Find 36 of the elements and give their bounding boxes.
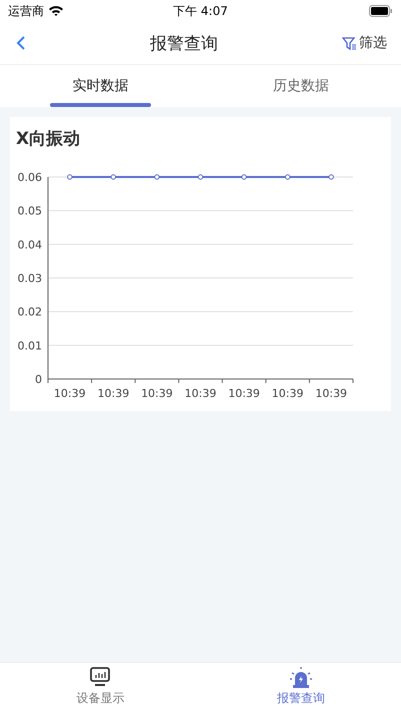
monitor-chart-icon <box>89 666 112 688</box>
data-point <box>154 174 160 180</box>
status-time: 下午 4:07 <box>173 2 228 20</box>
x-tick-label: 10:39 <box>98 387 130 400</box>
x-tick-label: 10:39 <box>272 387 304 400</box>
bottom-tab[interactable]: 设备显示 <box>0 663 200 710</box>
data-point <box>241 174 247 180</box>
filter-icon <box>342 36 357 50</box>
data-point <box>110 174 116 180</box>
y-tick-label: 0.01 <box>18 339 42 352</box>
data-point <box>284 174 290 180</box>
x-tick-label: 10:39 <box>228 387 260 400</box>
back-icon[interactable] <box>16 35 26 51</box>
tab[interactable]: 历史数据 <box>200 65 401 107</box>
y-tick-label: 0.02 <box>18 306 42 319</box>
data-point <box>67 174 72 180</box>
x-tick-label: 10:39 <box>184 387 216 400</box>
x-tick-label: 10:39 <box>54 387 86 400</box>
chart-title: X向振动 <box>15 128 82 151</box>
y-tick-label: 0 <box>35 373 42 386</box>
filter-button[interactable]: 筛选 <box>342 34 387 52</box>
data-point <box>328 174 334 180</box>
data-point <box>198 174 204 180</box>
x-tick-label: 10:39 <box>315 387 348 400</box>
battery-icon <box>368 5 393 17</box>
alarm-light-icon <box>288 666 313 688</box>
y-tick-label: 0.03 <box>18 272 42 285</box>
y-tick-label: 0.05 <box>18 204 42 218</box>
x-tick-label: 10:39 <box>141 387 173 400</box>
tab[interactable]: 实时数据 <box>0 65 200 107</box>
y-tick-label: 0.04 <box>18 238 42 252</box>
y-tick-label: 0.06 <box>18 171 42 184</box>
wifi-icon <box>48 5 64 17</box>
carrier-name: 运营商 <box>8 2 44 20</box>
bottom-tab[interactable]: 报警查询 <box>200 663 401 710</box>
page-title: 报警查询 <box>150 32 218 54</box>
